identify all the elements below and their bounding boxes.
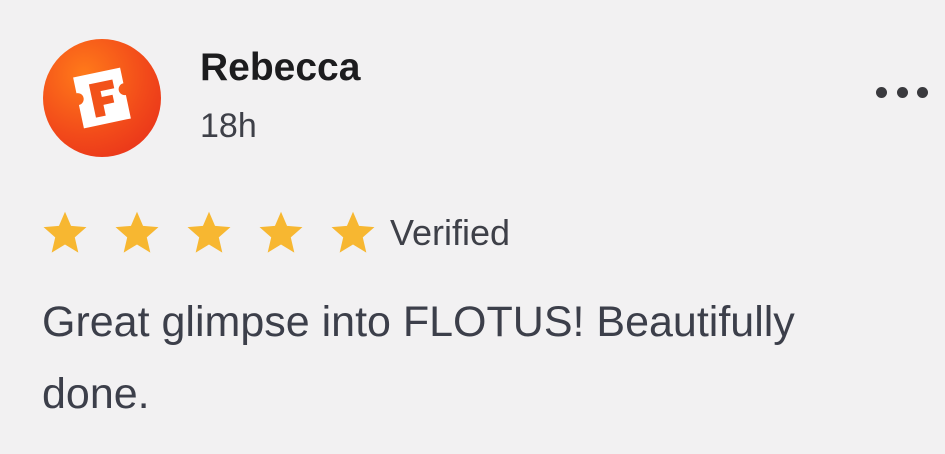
fandango-logo-icon bbox=[73, 67, 131, 129]
star-icon bbox=[187, 211, 231, 253]
avatar[interactable] bbox=[43, 39, 161, 157]
review-text: Great glimpse into FLOTUS! Beautifully d… bbox=[42, 298, 795, 418]
star-icon bbox=[115, 211, 159, 253]
dot bbox=[876, 86, 887, 98]
star-icon bbox=[259, 211, 303, 253]
star-rating: Verified bbox=[40, 206, 510, 260]
dot bbox=[917, 86, 928, 98]
author-name[interactable]: Rebecca bbox=[200, 44, 360, 92]
timestamp: 18h bbox=[200, 107, 257, 145]
verified-label: Verified bbox=[390, 212, 511, 253]
star-icon bbox=[331, 211, 375, 253]
review-card: Rebecca 18h Verified Great glimpse into … bbox=[0, 0, 945, 454]
dot bbox=[896, 86, 908, 98]
star-icon bbox=[43, 211, 87, 253]
more-options-icon[interactable] bbox=[876, 78, 928, 106]
